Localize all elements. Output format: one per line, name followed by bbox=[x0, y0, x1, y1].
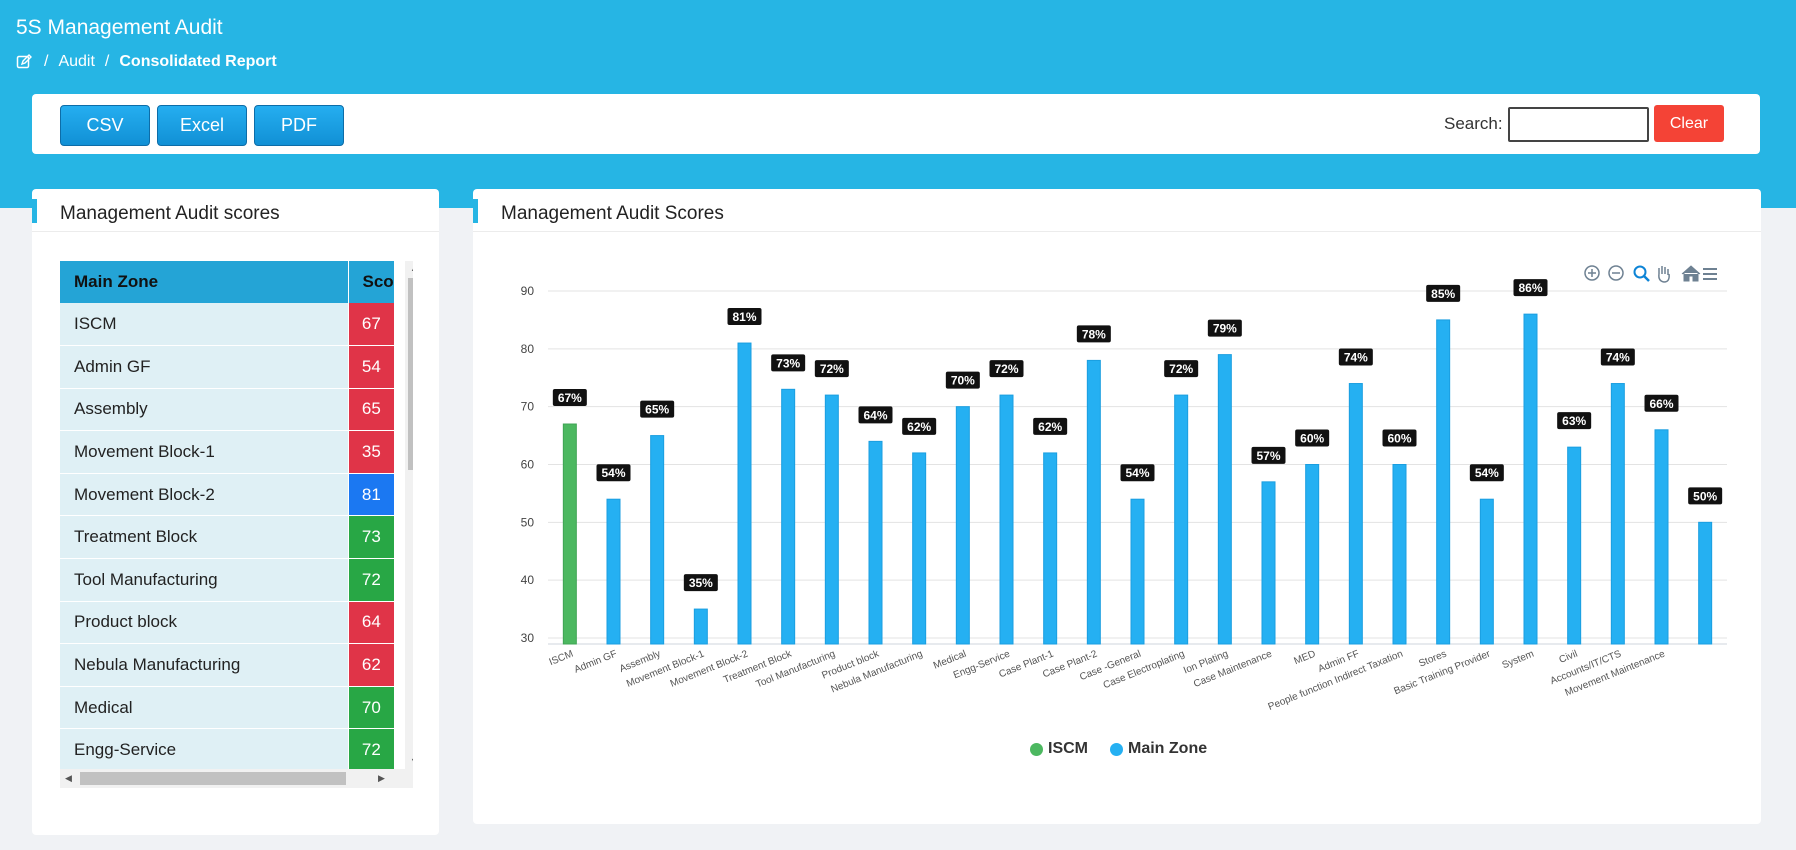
zone-cell: Treatment Block bbox=[60, 515, 349, 560]
csv-export-button[interactable]: CSV bbox=[60, 105, 150, 146]
score-cell: 65 bbox=[348, 388, 395, 432]
score-cell: 73 bbox=[348, 515, 395, 560]
panel-divider bbox=[32, 231, 439, 232]
selection-zoom-icon[interactable] bbox=[1633, 265, 1650, 282]
table-row[interactable]: Engg-Service 72 bbox=[60, 728, 395, 773]
scores-table: Main Zone Sco ISCM 67 Admin GF 54 Assembly 65… bbox=[60, 261, 395, 773]
zone-cell: Engg-Service bbox=[60, 728, 349, 773]
excel-export-button[interactable]: Excel bbox=[157, 105, 247, 146]
table-row[interactable]: Nebula Manufacturing 62 bbox=[60, 643, 395, 687]
table-header-row: Main Zone Sco bbox=[60, 261, 395, 303]
pdf-export-button[interactable]: PDF bbox=[254, 105, 344, 146]
reset-home-icon[interactable] bbox=[1681, 265, 1701, 282]
zone-cell: Product block bbox=[60, 601, 349, 645]
score-cell: 72 bbox=[348, 558, 395, 602]
horizontal-scrollbar[interactable]: ◀ ▶ bbox=[60, 769, 413, 788]
table-row[interactable]: Tool Manufacturing 72 bbox=[60, 558, 395, 602]
breadcrumb-separator: / bbox=[44, 53, 49, 70]
table-panel: Management Audit scores Main Zone Sco IS… bbox=[32, 189, 439, 835]
zone-cell: Movement Block-2 bbox=[60, 473, 349, 517]
zone-cell: ISCM bbox=[60, 303, 349, 347]
scroll-right-icon[interactable]: ▶ bbox=[378, 773, 385, 784]
panel-accent bbox=[32, 199, 37, 223]
score-cell: 62 bbox=[348, 643, 395, 687]
search-input[interactable] bbox=[1508, 107, 1649, 142]
breadcrumb-separator: / bbox=[104, 53, 110, 70]
zone-cell: Tool Manufacturing bbox=[60, 558, 349, 602]
score-cell: 72 bbox=[348, 728, 395, 773]
legend-item-iscm[interactable]: ISCM bbox=[1030, 740, 1088, 758]
legend-label: ISCM bbox=[1048, 740, 1088, 757]
table-row[interactable]: Movement Block-1 35 bbox=[60, 430, 395, 474]
scroll-left-icon[interactable]: ◀ bbox=[65, 773, 72, 784]
score-cell: 35 bbox=[348, 430, 395, 474]
table-row[interactable]: Admin GF 54 bbox=[60, 345, 395, 389]
zone-cell: Medical bbox=[60, 686, 349, 730]
chart-menu-icon[interactable] bbox=[1703, 268, 1717, 280]
zoom-in-icon[interactable] bbox=[1584, 265, 1600, 281]
table-row[interactable]: Product block 64 bbox=[60, 601, 395, 645]
legend-item-main-zone[interactable]: Main Zone bbox=[1110, 740, 1207, 758]
table-row[interactable]: Assembly 65 bbox=[60, 388, 395, 432]
zone-cell: Nebula Manufacturing bbox=[60, 643, 349, 687]
table-row[interactable]: ISCM 67 bbox=[60, 303, 395, 347]
zone-cell: Movement Block-1 bbox=[60, 430, 349, 474]
legend-marker-icon bbox=[1030, 742, 1043, 756]
clear-button[interactable]: Clear bbox=[1654, 105, 1724, 142]
score-cell: 54 bbox=[348, 345, 395, 389]
zoom-out-icon[interactable] bbox=[1608, 265, 1624, 281]
table-row[interactable]: Treatment Block 73 bbox=[60, 515, 395, 560]
vertical-scroll-thumb[interactable] bbox=[408, 278, 413, 470]
app-title: 5S Management Audit bbox=[16, 16, 223, 39]
table-row[interactable]: Medical 70 bbox=[60, 686, 395, 730]
export-toolbar: CSV Excel PDF Search: Clear bbox=[32, 94, 1760, 154]
scores-table-container[interactable]: Main Zone Sco ISCM 67 Admin GF 54 Assembly 65… bbox=[60, 261, 413, 788]
chart-legend: ISCM Main Zone bbox=[1030, 740, 1207, 758]
table-panel-title: Management Audit scores bbox=[60, 203, 280, 224]
edit-icon[interactable] bbox=[16, 54, 32, 70]
zone-cell: Assembly bbox=[60, 388, 349, 432]
horizontal-scroll-thumb[interactable] bbox=[80, 772, 346, 785]
zone-cell: Admin GF bbox=[60, 345, 349, 389]
pan-hand-icon[interactable] bbox=[1658, 266, 1670, 283]
column-header-main-zone[interactable]: Main Zone bbox=[60, 261, 349, 303]
panel-accent bbox=[473, 199, 478, 223]
score-cell: 70 bbox=[348, 686, 395, 730]
breadcrumb-current: Consolidated Report bbox=[119, 53, 277, 70]
score-cell: 67 bbox=[348, 303, 395, 347]
panel-divider bbox=[473, 231, 1761, 232]
breadcrumb-audit-link[interactable]: Audit bbox=[58, 53, 94, 71]
legend-marker-icon bbox=[1110, 742, 1123, 756]
legend-label: Main Zone bbox=[1128, 740, 1208, 757]
score-cell: 81 bbox=[348, 473, 395, 517]
column-header-score[interactable]: Sco bbox=[348, 261, 395, 303]
chart-toolbar bbox=[1584, 265, 1717, 283]
score-cell: 64 bbox=[348, 601, 395, 645]
vertical-scrollbar[interactable]: ▲ ▼ bbox=[405, 261, 413, 769]
scroll-down-icon[interactable]: ▼ bbox=[410, 756, 413, 766]
chart-panel-title: Management Audit Scores bbox=[501, 203, 724, 224]
scroll-up-icon[interactable]: ▲ bbox=[410, 263, 413, 273]
search-label: Search: bbox=[1444, 114, 1503, 133]
breadcrumb: / Audit / Consolidated Report bbox=[16, 53, 277, 71]
chart-panel: Management Audit Scores bbox=[473, 189, 1761, 824]
table-row[interactable]: Movement Block-2 81 bbox=[60, 473, 395, 517]
